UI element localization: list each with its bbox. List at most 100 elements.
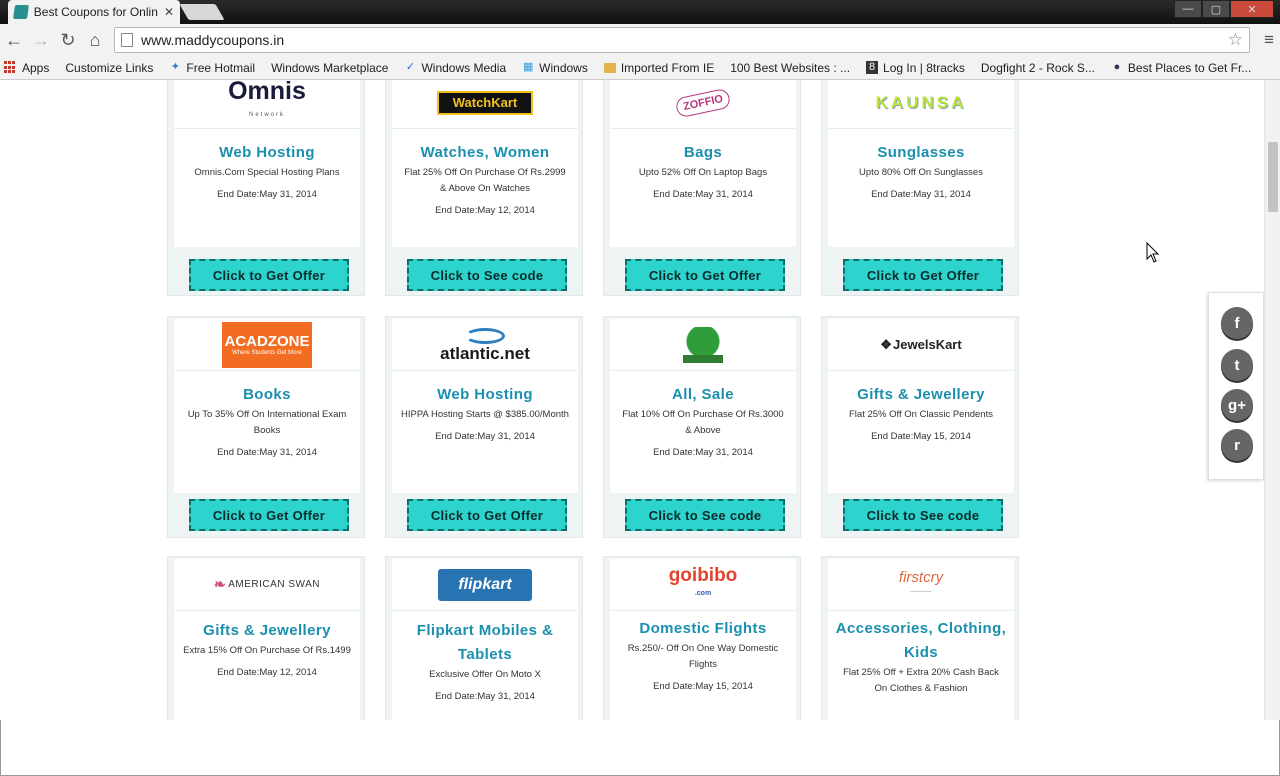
reddit-icon[interactable]: r	[1221, 429, 1253, 461]
merchant-logo[interactable]: ❧ AMERICAN SWAN	[174, 559, 360, 611]
bookmark-label: Windows	[539, 60, 588, 75]
back-arrow-icon[interactable]: ←	[1, 27, 27, 53]
scrollbar-thumb[interactable]	[1268, 142, 1278, 212]
bookmark-label: 100 Best Websites : ...	[730, 60, 851, 75]
coupon-card: ❖ JewelsKart Gifts & Jewellery Flat 25% …	[821, 316, 1019, 538]
vertical-scrollbar[interactable]	[1264, 80, 1280, 720]
facebook-icon[interactable]: f	[1221, 307, 1253, 339]
coupon-description: Flat 25% Off + Extra 20% Cash Back On Cl…	[843, 667, 999, 694]
coupon-category[interactable]: Sunglasses	[828, 141, 1014, 165]
logo-text: JewelsKart	[893, 337, 962, 352]
bookmark-customize-links[interactable]: Customize Links	[0, 61, 1280, 776]
url-text[interactable]: www.maddycoupons.in	[141, 32, 284, 48]
merchant-logo[interactable]: goibibo .com	[610, 559, 796, 611]
merchant-logo[interactable]: firstcry ──────	[828, 559, 1014, 611]
bookmark-8tracks[interactable]: 8 Log In | 8tracks	[866, 61, 965, 75]
bookmark-best-places[interactable]: ● Best Places to Get Fr...	[1111, 60, 1252, 75]
coupon-category[interactable]: Domestic Flights	[610, 617, 796, 641]
tree-logo-icon	[679, 326, 727, 363]
address-bar[interactable]: www.maddycoupons.in ☆	[114, 27, 1250, 53]
merchant-logo[interactable]: ACADZONE Where Students Get More	[174, 319, 360, 371]
merchant-logo[interactable]: WatchKart	[392, 80, 578, 129]
bookmark-windows-media[interactable]: ✓ Windows Media	[404, 61, 506, 75]
page-icon	[121, 33, 133, 47]
windows-media-icon: ✓	[405, 61, 416, 73]
coupon-card: WatchKart Watches, Women Flat 25% Off On…	[385, 80, 583, 296]
get-offer-button[interactable]: Click to Get Offer	[407, 499, 567, 531]
coupon-category[interactable]: All, Sale	[610, 383, 796, 407]
bookmark-windows-marketplace[interactable]: Windows Marketplace	[0, 60, 1280, 776]
merchant-logo[interactable]: ZOFFIO	[610, 80, 796, 129]
bookmark-label: Apps	[22, 60, 50, 75]
get-offer-button[interactable]: Click to Get Offer	[843, 259, 1003, 291]
bookmark-imported-from-ie[interactable]: Imported From IE	[603, 61, 714, 75]
merchant-logo[interactable]: ❖ JewelsKart	[828, 319, 1014, 371]
bookmark-star-icon[interactable]: ☆	[1228, 30, 1243, 50]
title-bar: Best Coupons for Online S ✕ — ▢ ✕	[0, 0, 1280, 24]
coupon-category[interactable]: Gifts & Jewellery	[828, 383, 1014, 407]
get-offer-button[interactable]: Click to Get Offer	[189, 259, 349, 291]
coupon-end-date: End Date:May 15, 2014	[653, 681, 753, 692]
get-offer-button[interactable]: Click to Get Offer	[625, 259, 785, 291]
merchant-logo[interactable]: Omnis Network	[174, 80, 360, 129]
close-window-button[interactable]: ✕	[1230, 0, 1274, 18]
logo-text: atlantic.net	[440, 343, 530, 363]
coupon-category[interactable]: Web Hosting	[174, 141, 360, 165]
logo-text: ACADZONE	[224, 333, 310, 350]
coupon-description: HIPPA Hosting Starts @ $385.00/Month	[401, 409, 569, 420]
coupon-description: Upto 80% Off On Sunglasses	[859, 167, 983, 178]
home-icon[interactable]: ⌂	[82, 27, 108, 53]
coupon-category[interactable]: Bags	[610, 141, 796, 165]
new-tab-button[interactable]	[179, 4, 225, 20]
coupon-description: Rs.250/- Off On One Way Domestic Flights	[627, 643, 779, 670]
reload-icon[interactable]: ↻	[55, 27, 81, 53]
logo-text: firstcry	[898, 568, 944, 586]
coupon-category[interactable]: Web Hosting	[392, 383, 578, 407]
coupon-end-date: End Date:May 12, 2014	[217, 667, 317, 678]
see-code-button[interactable]: Click to See code	[407, 259, 567, 291]
close-tab-icon[interactable]: ✕	[164, 5, 174, 19]
coupon-description: Flat 10% Off On Purchase Of Rs.3000 & Ab…	[622, 409, 784, 436]
bookmark-label: Windows Marketplace	[271, 60, 389, 75]
bookmark-label: Best Places to Get Fr...	[1127, 60, 1252, 75]
social-share-bar: f t g+ r	[1208, 292, 1264, 480]
logo-text: Omnis	[228, 80, 306, 105]
logo-text: ZOFFIO	[674, 87, 732, 118]
swoosh-icon	[465, 327, 505, 344]
chrome-menu-icon[interactable]: ≡	[1264, 30, 1274, 50]
google-plus-icon[interactable]: g+	[1221, 389, 1253, 421]
merchant-logo[interactable]: atlantic.net	[392, 319, 578, 371]
bookmark-100-best-websites[interactable]: 100 Best Websites : ...	[0, 60, 1280, 776]
coupon-card: ACADZONE Where Students Get More Books Up…	[167, 316, 365, 538]
coupon-category[interactable]: Watches, Women	[392, 141, 578, 165]
bookmark-windows[interactable]: ▦ Windows	[522, 61, 588, 75]
site-favicon-icon	[13, 5, 29, 19]
coupon-card: flipkart Flipkart Mobiles & Tablets Excl…	[385, 556, 583, 720]
windows-logo-icon: ▦	[522, 61, 534, 73]
web-page: Omnis Network Web Hosting Omnis.Com Speci…	[0, 80, 1280, 720]
forward-arrow-icon[interactable]: →	[28, 27, 54, 53]
maximize-button[interactable]: ▢	[1202, 0, 1230, 18]
coupon-end-date: End Date:May 31, 2014	[435, 691, 535, 702]
coupon-end-date: End Date:May 15, 2014	[871, 431, 971, 442]
coupon-category[interactable]: Gifts & Jewellery	[174, 619, 360, 643]
coupon-description: Exclusive Offer On Moto X	[429, 669, 541, 680]
tab-title: Best Coupons for Online S	[33, 5, 158, 19]
browser-tab[interactable]: Best Coupons for Online S ✕	[8, 0, 180, 24]
see-code-button[interactable]: Click to See code	[843, 499, 1003, 531]
twitter-icon[interactable]: t	[1221, 349, 1253, 381]
bookmark-free-hotmail[interactable]: ✦ Free Hotmail	[169, 61, 255, 75]
get-offer-button[interactable]: Click to Get Offer	[189, 499, 349, 531]
folder-icon	[603, 62, 616, 73]
coupon-category[interactable]: Books	[174, 383, 360, 407]
merchant-logo[interactable]	[610, 319, 796, 371]
coupon-end-date: End Date:May 31, 2014	[217, 189, 317, 200]
see-code-button[interactable]: Click to See code	[625, 499, 785, 531]
merchant-logo[interactable]: flipkart	[392, 559, 578, 611]
minimize-button[interactable]: —	[1174, 0, 1202, 18]
coupon-category[interactable]: Accessories, Clothing, Kids	[828, 617, 1014, 665]
bookmark-apps[interactable]: Apps	[4, 61, 49, 75]
merchant-logo[interactable]: KAUNSA	[828, 80, 1014, 129]
bookmark-dogfight[interactable]: Dogfight 2 - Rock S...	[0, 61, 1280, 776]
coupon-category[interactable]: Flipkart Mobiles & Tablets	[392, 619, 578, 667]
